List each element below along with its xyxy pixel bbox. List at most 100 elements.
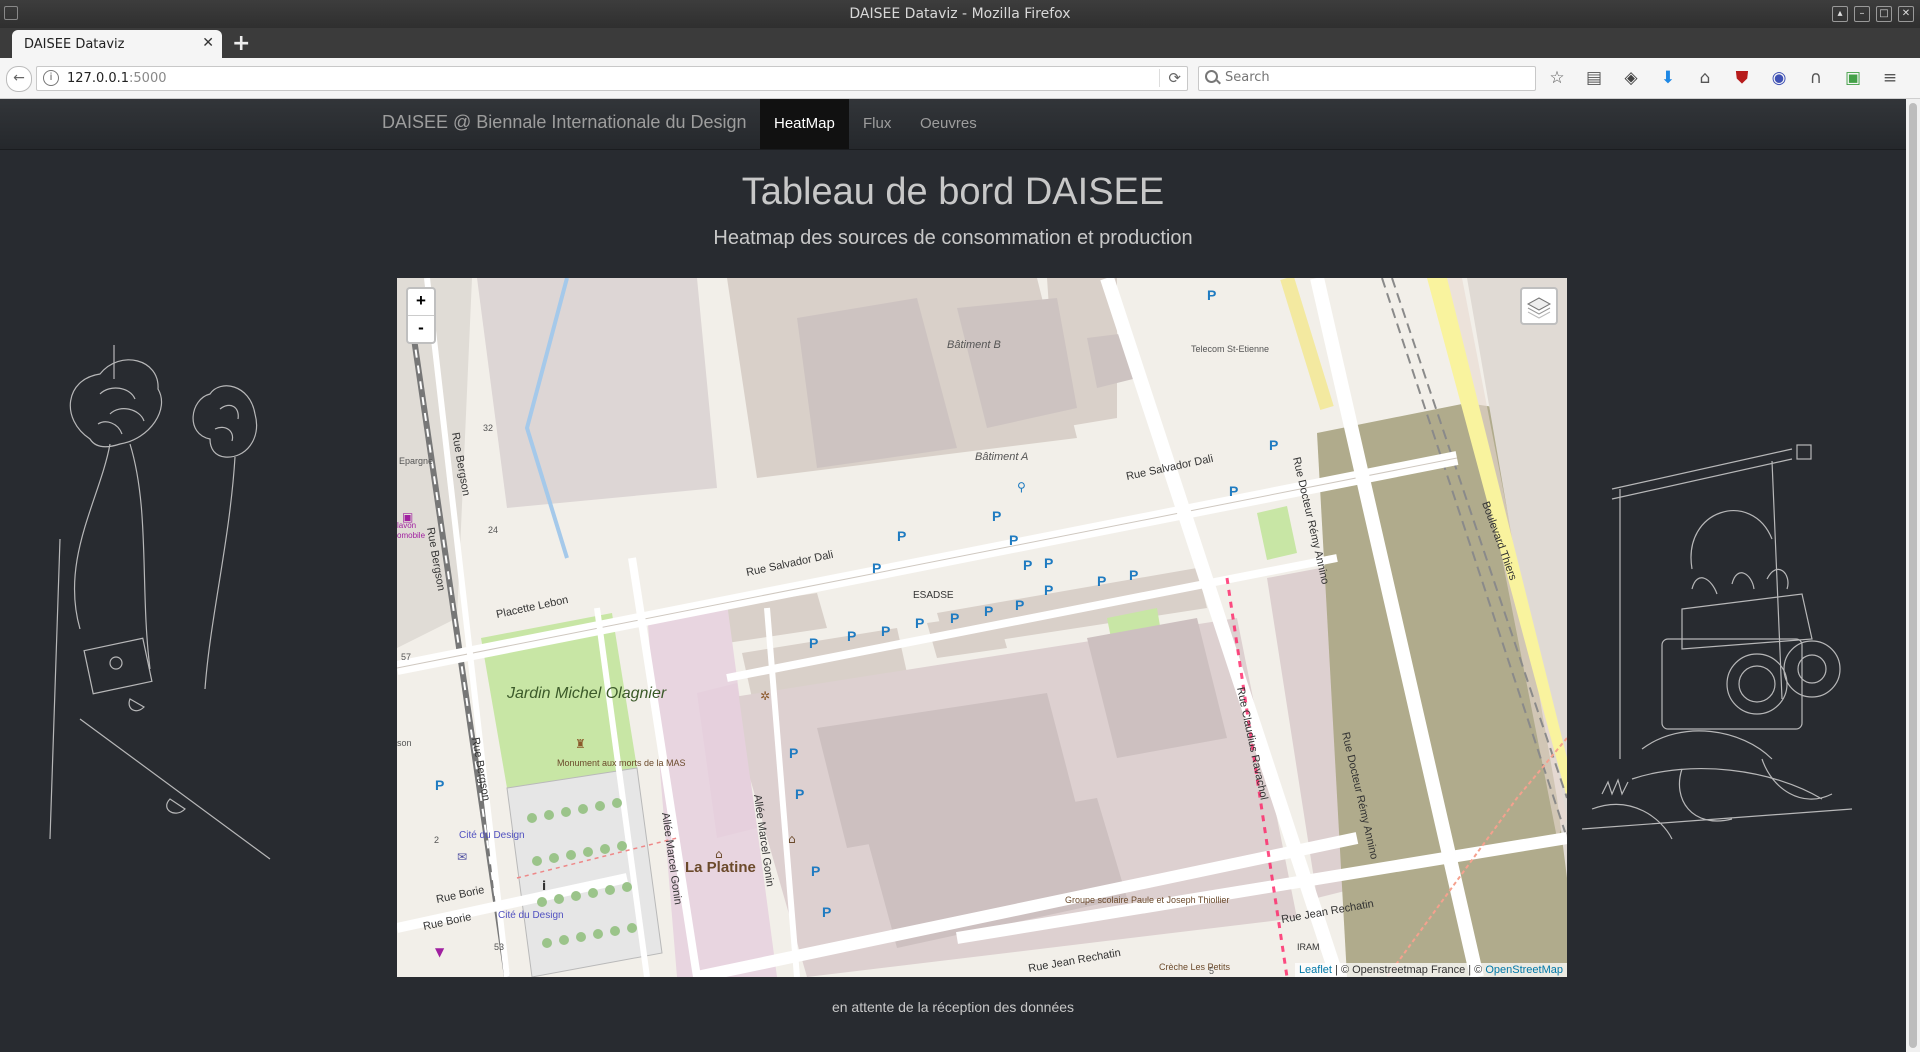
url-bar[interactable]: i 127.0.0.1:5000 ⟳	[36, 66, 1188, 91]
search-icon	[1205, 70, 1218, 83]
parking-marker: P	[881, 623, 890, 639]
extension-green-icon[interactable]: ▣	[1842, 67, 1864, 89]
mail-icon: ✉	[457, 850, 467, 864]
site-navbar: DAISEE @ Biennale Internationale du Desi…	[0, 99, 1906, 150]
page-title: Tableau de bord DAISEE	[741, 171, 1165, 213]
back-icon[interactable]: ←	[6, 66, 32, 92]
nav-oeuvres[interactable]: Oeuvres	[906, 99, 991, 149]
reload-icon[interactable]: ⟳	[1159, 69, 1181, 87]
parking-marker: P	[1207, 287, 1216, 303]
parking-marker: P	[1097, 573, 1106, 589]
window-close-icon[interactable]: ✕	[1898, 6, 1914, 22]
hamburger-menu-icon[interactable]: ≡	[1879, 67, 1901, 89]
headphones-icon[interactable]: ∩	[1805, 67, 1827, 89]
pocket-icon[interactable]: ◈	[1620, 67, 1642, 89]
label-mobile: omobile	[397, 531, 426, 540]
label-n24: 24	[488, 525, 498, 535]
heatmap-map[interactable]: P P P P P P P P P P P P P P P P P P P P	[397, 278, 1567, 977]
url-host: 127.0.0.1	[67, 71, 130, 86]
info-icon[interactable]: i	[43, 70, 59, 86]
tab-strip: DAISEE Dataviz ✕ +	[0, 28, 1920, 58]
museum-icon-2: ⌂	[788, 832, 796, 846]
reading-list-icon[interactable]: ▤	[1583, 67, 1605, 89]
label-batiment-a: Bâtiment A	[975, 451, 1028, 463]
attribution-leaflet-link[interactable]: Leaflet	[1299, 964, 1332, 976]
parking-marker: P	[915, 615, 924, 631]
monument-icon: ♜	[575, 737, 586, 751]
zoom-in-button[interactable]: +	[408, 289, 434, 315]
label-son: son	[397, 738, 412, 748]
label-epargne: Epargne	[399, 456, 433, 466]
window-shade-icon[interactable]: ▴	[1832, 6, 1848, 22]
search-bar[interactable]	[1198, 66, 1536, 91]
label-placette-lebon: Placette Lebon	[495, 594, 569, 621]
page-content: DAISEE @ Biennale Internationale du Desi…	[0, 99, 1906, 1052]
label-batiment-b: Bâtiment B	[947, 339, 1001, 351]
info-poi-icon: i	[542, 879, 546, 893]
label-iram: IRAM	[1297, 942, 1320, 952]
label-rue-salvador-dali-2: Rue Salvador Dali	[745, 549, 834, 579]
parking-marker: P	[950, 610, 959, 626]
plant-sketch-illustration	[49, 345, 271, 860]
parking-marker: P	[1009, 532, 1018, 548]
label-jardin: Jardin Michel Olagnier	[506, 685, 667, 702]
window-minimize-icon[interactable]: –	[1854, 6, 1870, 22]
parking-marker: P	[1044, 582, 1053, 598]
parking-marker: P	[897, 528, 906, 544]
parking-marker: P	[809, 635, 818, 651]
label-n5: 5	[1209, 966, 1214, 976]
layers-control-button[interactable]	[1520, 287, 1558, 325]
label-n57: 57	[401, 652, 411, 662]
extension-globe-icon[interactable]: ◉	[1768, 67, 1790, 89]
label-rue-jean-rechatin-2: Rue Jean Rechatin	[1027, 947, 1121, 975]
parking-marker: P	[1229, 483, 1238, 499]
nav-flux[interactable]: Flux	[849, 99, 905, 149]
search-input[interactable]	[1223, 69, 1527, 86]
page-subtitle: Heatmap des sources de consommation et p…	[713, 227, 1193, 249]
attribution-text: | © Openstreetmap France | ©	[1331, 964, 1486, 976]
label-monument: Monument aux morts de la MAS	[557, 758, 686, 768]
browser-navbar: ← i 127.0.0.1:5000 ⟳ ☆ ▤ ◈ ⬇ ⌂ ⛊ ◉ ∩ ▣ ≡	[0, 58, 1920, 99]
zoom-control: + -	[406, 287, 436, 344]
parking-marker: P	[435, 777, 444, 793]
tab-close-icon[interactable]: ✕	[202, 35, 214, 51]
parking-marker: P	[984, 603, 993, 619]
data-status-text: en attente de la réception des données	[831, 999, 1075, 1015]
shop-icon: ▼	[435, 945, 445, 959]
label-cite-design-2: Cité du Design	[498, 910, 564, 921]
label-n2: 2	[434, 835, 439, 845]
window-maximize-icon[interactable]: □	[1876, 6, 1892, 22]
download-icon[interactable]: ⬇	[1657, 67, 1679, 89]
label-n32: 32	[483, 423, 493, 433]
parking-marker: P	[992, 508, 1001, 524]
label-telecom: Telecom St-Etienne	[1191, 344, 1269, 354]
window-title: DAISEE Dataviz - Mozilla Firefox	[849, 6, 1071, 22]
page-scrollbar[interactable]	[1906, 99, 1920, 1052]
parking-marker: P	[1044, 555, 1053, 571]
parking-marker: P	[789, 745, 798, 761]
bike-icon: ⚲	[1017, 480, 1026, 494]
parking-marker: P	[1015, 597, 1024, 613]
label-n53: 53	[494, 942, 504, 952]
browser-tab[interactable]: DAISEE Dataviz ✕	[12, 30, 222, 58]
url-text: 127.0.0.1:5000	[67, 71, 167, 86]
parking-marker: P	[822, 904, 831, 920]
map-attribution: Leaflet | © Openstreetmap France | © Ope…	[1294, 963, 1567, 977]
scrollbar-thumb[interactable]	[1909, 103, 1917, 1048]
nav-heatmap[interactable]: HeatMap	[760, 99, 849, 149]
new-tab-icon[interactable]: +	[232, 31, 250, 56]
parking-marker: P	[1129, 567, 1138, 583]
home-icon[interactable]: ⌂	[1694, 67, 1716, 89]
site-brand[interactable]: DAISEE @ Biennale Internationale du Desi…	[382, 112, 747, 133]
attribution-osm-link[interactable]: OpenStreetMap	[1485, 964, 1563, 976]
url-port: :5000	[129, 71, 167, 86]
fountain-icon: ✲	[760, 689, 770, 703]
parking-marker: P	[847, 628, 856, 644]
ublock-icon[interactable]: ⛊	[1731, 67, 1753, 89]
bookmark-star-icon[interactable]: ☆	[1546, 67, 1568, 89]
parking-marker: P	[811, 863, 820, 879]
tab-title: DAISEE Dataviz	[24, 37, 125, 52]
label-rue-bergson-3: Rue Bergson	[469, 736, 492, 801]
zoom-out-button[interactable]: -	[408, 315, 434, 342]
map-tiles[interactable]: P P P P P P P P P P P P P P P P P P P P	[397, 278, 1567, 977]
